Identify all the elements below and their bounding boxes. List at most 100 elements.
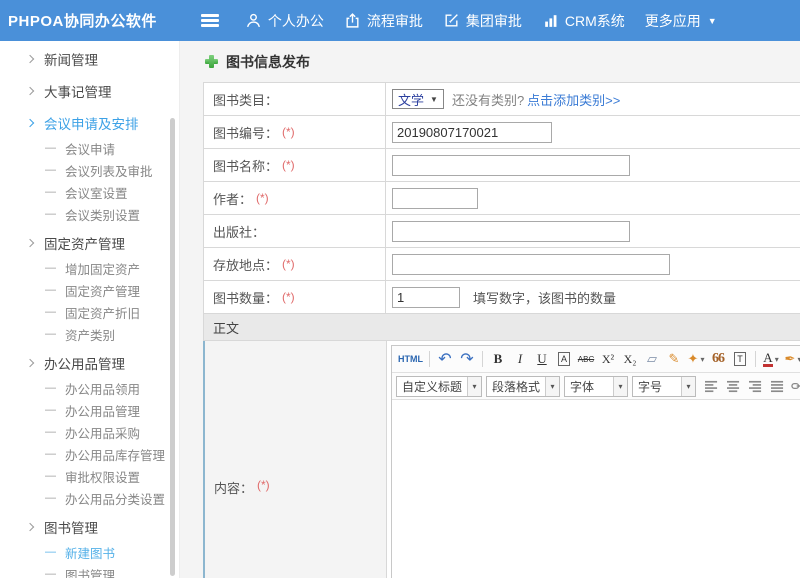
dash-icon: — [45, 262, 56, 274]
dash-icon: — [45, 470, 56, 482]
highlight-color-icon[interactable]: ✒▾ [783, 349, 800, 370]
html-source-button[interactable]: HTML [397, 349, 424, 370]
sidebar-group-1[interactable]: 大事记管理 [0, 76, 179, 105]
auto-typeset-icon[interactable]: ✦▾ [686, 349, 706, 370]
sidebar-item-label: 办公用品管理 [65, 401, 140, 420]
sidebar-item-2-1[interactable]: —会议列表及审批 [0, 159, 179, 181]
sidebar-group-5[interactable]: 图书管理 [0, 512, 179, 541]
form-row-publisher: 出版社： [203, 215, 800, 248]
sidebar-item-4-2[interactable]: —办公用品采购 [0, 421, 179, 443]
editor-content-area[interactable] [392, 400, 800, 578]
custom-title-select[interactable]: 自定义标题▾ [396, 376, 482, 397]
dash-icon: — [45, 142, 56, 154]
form-row-content: 内容： (*) HTML↶↷BIUAABCX²X₂▱✎✦▾66TA▾✒▾≡▾≡▾… [203, 341, 800, 578]
align-right-icon[interactable] [745, 376, 765, 397]
sidebar-group-3[interactable]: 固定资产管理 [0, 228, 179, 257]
top-nav-menu: 个人办公流程审批 集团审批 CRM系统更多应用 ▼ [245, 11, 737, 31]
sidebar-item-5-0[interactable]: —新建图书 [0, 541, 179, 563]
sidebar-item-label: 审批权限设置 [65, 467, 140, 486]
sidebar-scrollbar[interactable] [170, 118, 175, 576]
nav-group-approval[interactable]: 集团审批 [443, 11, 522, 31]
sidebar-group-2[interactable]: 会议申请及安排 [0, 108, 179, 137]
blockquote-icon[interactable]: 66 [708, 349, 728, 370]
sidebar-item-5-1[interactable]: —图书管理 [0, 563, 179, 578]
sidebar-group-label: 固定资产管理 [44, 233, 125, 253]
undo-icon[interactable]: ↶ [435, 349, 455, 370]
sidebar-item-4-1[interactable]: — 办公用品管理 [0, 399, 179, 421]
sidebar-item-label: 会议申请 [65, 139, 115, 158]
bold-icon[interactable]: B [488, 349, 508, 370]
sidebar-item-2-2[interactable]: —会议室设置 [0, 181, 179, 203]
align-center-icon[interactable] [723, 376, 743, 397]
add-category-link[interactable]: 点击添加类别>> [527, 90, 620, 109]
paragraph-format-select[interactable]: 段落格式▾ [486, 376, 560, 397]
sidebar-item-4-4[interactable]: — 审批权限设置 [0, 465, 179, 487]
subscript-icon[interactable]: X₂ [620, 349, 640, 370]
font-family-select[interactable]: 字体▾ [564, 376, 628, 397]
italic-icon[interactable]: I [510, 349, 530, 370]
redo-icon[interactable]: ↷ [457, 349, 477, 370]
superscript-icon[interactable]: X² [598, 349, 618, 370]
sidebar-group: 会议申请及安排 — 会议申请—会议列表及审批—会议室设置—会议类别设置 [0, 108, 179, 225]
sidebar: 新闻管理大事记管理会议申请及安排—会议申请—会议列表及审批—会议室设置—会议类别… [0, 41, 180, 578]
book-name-input[interactable] [392, 155, 630, 176]
book-no-label: 图书编号： [213, 123, 278, 142]
location-input[interactable] [392, 254, 670, 275]
book-no-input[interactable] [392, 122, 552, 143]
sidebar-item-3-3[interactable]: —资产类别 [0, 323, 179, 345]
underline-icon[interactable]: U [532, 349, 552, 370]
sidebar-group-0[interactable]: 新闻管理 [0, 44, 179, 73]
nav-crm-system[interactable]: CRM系统 [542, 11, 625, 31]
sidebar-item-4-0[interactable]: —办公用品领用 [0, 377, 179, 399]
sidebar-group-4[interactable]: 办公用品管理 [0, 348, 179, 377]
content-label: 内容： [214, 478, 253, 497]
sidebar-item-3-0[interactable]: —增加固定资产 [0, 257, 179, 279]
sidebar-group: 新闻管理 [0, 44, 179, 73]
sidebar-group-label: 大事记管理 [44, 81, 112, 101]
nav-personal-office[interactable]: 个人办公 [245, 11, 324, 31]
sidebar-group-label: 办公用品管理 [44, 353, 125, 373]
menu-toggle-icon[interactable] [201, 14, 221, 27]
workflow-icon [344, 12, 361, 29]
sidebar-item-label: 办公用品库存管理 [65, 445, 165, 464]
publisher-input[interactable] [392, 221, 630, 242]
sidebar-item-3-1[interactable]: —固定资产管理 [0, 279, 179, 301]
app-window: PHPOA协同办公软件 个人办公流程审批集团审批CRM系统更多应用▼ 新闻管理大… [0, 0, 800, 578]
quantity-input[interactable] [392, 287, 460, 308]
chevron-down-icon: ▼ [430, 95, 438, 104]
category-hint: 还没有类别? [452, 90, 524, 109]
nav-item-label: 更多应用 [645, 11, 701, 31]
page-title: 图书信息发布 [226, 52, 310, 72]
dash-icon: — [45, 492, 56, 504]
sidebar-item-4-3[interactable]: —办公用品库存管理 [0, 443, 179, 465]
font-color-icon[interactable]: A▾ [761, 349, 781, 370]
nav-more-apps[interactable]: 更多应用 ▼ [645, 11, 717, 31]
sidebar-item-3-2[interactable]: —固定资产折旧 [0, 301, 179, 323]
author-input[interactable] [392, 188, 478, 209]
link-icon[interactable] [789, 376, 800, 397]
nav-workflow-approval[interactable]: 流程审批 [344, 11, 423, 31]
sidebar-group-label: 新闻管理 [44, 49, 98, 69]
strikethrough-icon[interactable]: ABC [576, 349, 596, 370]
sidebar-item-4-5[interactable]: —办公用品分类设置 [0, 487, 179, 509]
sidebar-item-2-3[interactable]: —会议类别设置 [0, 203, 179, 225]
sidebar-group: 固定资产管理 —增加固定资产—固定资产管理—固定资产折旧—资产类别 [0, 228, 179, 345]
align-justify-icon[interactable] [767, 376, 787, 397]
category-select[interactable]: 文学 ▼ [392, 89, 444, 109]
sidebar-item-label: 会议类别设置 [65, 205, 140, 224]
chevron-down-icon: ▼ [708, 16, 717, 26]
format-painter-icon[interactable]: ✎ [664, 349, 684, 370]
font-border-icon[interactable]: A [554, 349, 574, 370]
font-size-select[interactable]: 字号▾ [632, 376, 696, 397]
align-left-icon[interactable] [701, 376, 721, 397]
dash-icon: — [45, 404, 56, 416]
location-label: 存放地点： [213, 255, 278, 274]
nav-item-label: 个人办公 [268, 11, 324, 31]
eraser-icon[interactable]: ▱ [642, 349, 662, 370]
nav-item-label: 集团审批 [466, 11, 522, 31]
form-row-quantity: 图书数量： (*) 填写数字，该图书的数量 [203, 281, 800, 314]
required-mark: (*) [256, 191, 269, 205]
editor-toolbar-row2: 自定义标题▾段落格式▾字体▾字号▾ [392, 373, 800, 400]
sidebar-item-2-0[interactable]: — 会议申请 [0, 137, 179, 159]
paste-icon[interactable]: T [730, 349, 750, 370]
